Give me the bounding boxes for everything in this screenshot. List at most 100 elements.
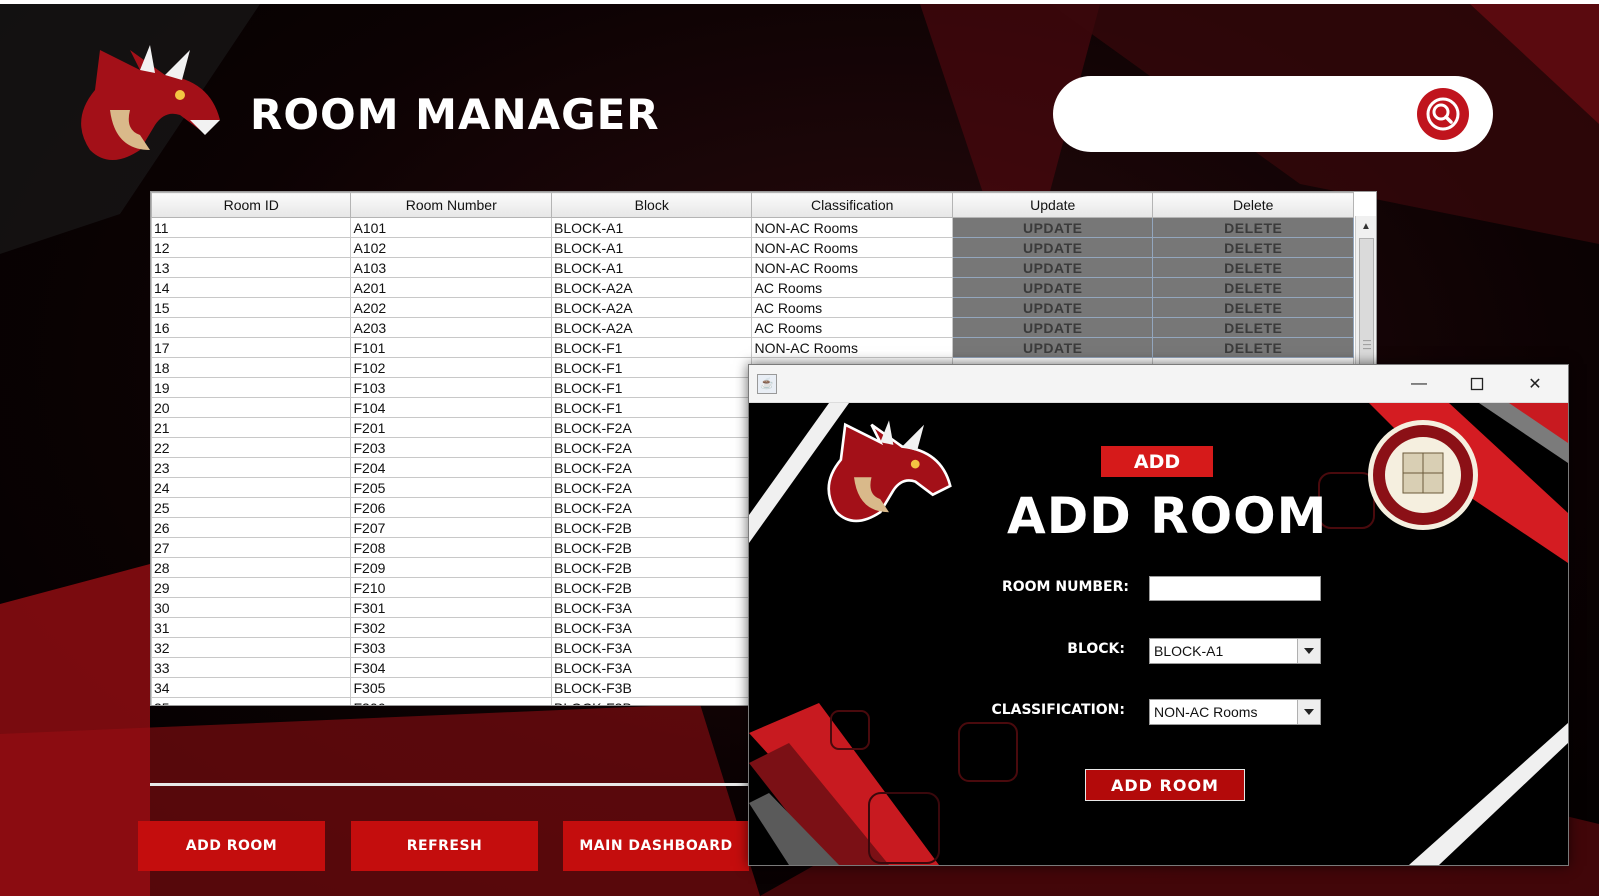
- table-header-row: Room ID Room Number Block Classification…: [151, 192, 1354, 218]
- room-number-field[interactable]: [1149, 576, 1321, 601]
- chevron-down-icon[interactable]: [1297, 639, 1320, 663]
- cell-classification: AC Rooms: [751, 277, 953, 298]
- delete-button[interactable]: DELETE: [1152, 317, 1354, 338]
- cell-block: BLOCK-A2A: [550, 317, 753, 338]
- cell-room-id: 29: [151, 577, 352, 598]
- refresh-button[interactable]: REFRESH: [351, 821, 538, 871]
- table-row[interactable]: 14 A201 BLOCK-A2A AC Rooms UPDATE DELETE: [151, 277, 1354, 298]
- update-button[interactable]: UPDATE: [951, 257, 1154, 278]
- add-room-dialog: ☕ — ✕ ADD ADD ROOM ROOM NUMBER: BLOCK: B…: [748, 364, 1569, 866]
- cell-room-number: A101: [350, 217, 552, 238]
- cell-room-number: F204: [350, 457, 552, 478]
- update-button[interactable]: UPDATE: [951, 277, 1154, 298]
- cell-room-id: 14: [151, 277, 352, 298]
- cell-room-id: 22: [151, 437, 352, 458]
- main-dashboard-button[interactable]: MAIN DASHBOARD: [563, 821, 749, 871]
- room-manager-window: ROOM MANAGER Room ID Room Number Block C…: [0, 4, 1599, 896]
- update-button[interactable]: UPDATE: [951, 237, 1154, 258]
- update-button[interactable]: UPDATE: [951, 217, 1154, 238]
- add-tag-badge: ADD: [1101, 446, 1213, 477]
- update-button[interactable]: UPDATE: [951, 337, 1154, 358]
- cell-block: BLOCK-F1: [550, 357, 753, 378]
- cell-block: BLOCK-F3A: [550, 617, 753, 638]
- table-row[interactable]: 11 A101 BLOCK-A1 NON-AC Rooms UPDATE DELETE: [151, 217, 1354, 238]
- classification-select[interactable]: NON-AC Rooms: [1149, 699, 1321, 725]
- cell-room-id: 31: [151, 617, 352, 638]
- cell-room-id: 13: [151, 257, 352, 278]
- classification-select-value: NON-AC Rooms: [1154, 704, 1258, 720]
- dragon-logo-icon: [81, 45, 220, 160]
- column-header-block[interactable]: Block: [550, 192, 753, 218]
- cell-classification: AC Rooms: [751, 297, 953, 318]
- cell-classification: NON-AC Rooms: [751, 217, 953, 238]
- cell-block: BLOCK-F1: [550, 377, 753, 398]
- cell-classification: AC Rooms: [751, 317, 953, 338]
- table-row[interactable]: 13 A103 BLOCK-A1 NON-AC Rooms UPDATE DELETE: [151, 257, 1354, 278]
- cell-block: BLOCK-A1: [550, 257, 753, 278]
- cell-block: BLOCK-F2A: [550, 497, 753, 518]
- delete-button[interactable]: DELETE: [1152, 337, 1354, 358]
- update-button[interactable]: UPDATE: [951, 297, 1154, 318]
- cell-room-id: 25: [151, 497, 352, 518]
- search-button[interactable]: [1417, 88, 1469, 140]
- cell-room-id: 12: [151, 237, 352, 258]
- column-header-delete[interactable]: Delete: [1152, 192, 1354, 218]
- cell-room-number: F101: [350, 337, 552, 358]
- chevron-down-icon[interactable]: [1297, 700, 1320, 724]
- cell-room-number: F209: [350, 557, 552, 578]
- table-row[interactable]: 15 A202 BLOCK-A2A AC Rooms UPDATE DELETE: [151, 297, 1354, 318]
- dialog-titlebar[interactable]: ☕ — ✕: [749, 365, 1568, 403]
- cell-room-id: 15: [151, 297, 352, 318]
- update-button[interactable]: UPDATE: [951, 317, 1154, 338]
- maximize-icon[interactable]: [1462, 371, 1492, 397]
- column-header-room-id[interactable]: Room ID: [151, 192, 352, 218]
- cell-classification: NON-AC Rooms: [751, 237, 953, 258]
- delete-button[interactable]: DELETE: [1152, 297, 1354, 318]
- java-app-icon: ☕: [757, 374, 777, 394]
- cell-classification: NON-AC Rooms: [751, 337, 953, 358]
- cell-block: BLOCK-A2A: [550, 277, 753, 298]
- cell-block: BLOCK-F2A: [550, 437, 753, 458]
- cell-room-id: 24: [151, 477, 352, 498]
- cell-room-number: A202: [350, 297, 552, 318]
- scroll-up-icon[interactable]: ▲: [1361, 221, 1371, 232]
- cell-block: BLOCK-F3B: [550, 677, 753, 698]
- delete-button[interactable]: DELETE: [1152, 217, 1354, 238]
- cell-block: BLOCK-A1: [550, 237, 753, 258]
- cell-room-number: A102: [350, 237, 552, 258]
- block-select[interactable]: BLOCK-A1: [1149, 638, 1321, 664]
- table-row[interactable]: 17 F101 BLOCK-F1 NON-AC Rooms UPDATE DELETE: [151, 337, 1354, 358]
- block-select-value: BLOCK-A1: [1154, 643, 1224, 659]
- cell-room-id: 34: [151, 677, 352, 698]
- cell-room-number: A203: [350, 317, 552, 338]
- cell-room-id: 33: [151, 657, 352, 678]
- cell-room-id: 19: [151, 377, 352, 398]
- cell-block: BLOCK-F2B: [550, 557, 753, 578]
- close-icon[interactable]: ✕: [1520, 371, 1550, 397]
- minimize-icon[interactable]: —: [1404, 371, 1434, 397]
- delete-button[interactable]: DELETE: [1152, 257, 1354, 278]
- delete-button[interactable]: DELETE: [1152, 277, 1354, 298]
- cell-room-number: F104: [350, 397, 552, 418]
- column-header-classification[interactable]: Classification: [751, 192, 953, 218]
- column-header-update[interactable]: Update: [951, 192, 1154, 218]
- cell-block: BLOCK-F2A: [550, 457, 753, 478]
- cell-block: BLOCK-F2A: [550, 417, 753, 438]
- college-seal-icon: [1368, 420, 1478, 530]
- table-row[interactable]: 12 A102 BLOCK-A1 NON-AC Rooms UPDATE DELETE: [151, 237, 1354, 258]
- cell-room-id: 18: [151, 357, 352, 378]
- cell-room-id: 26: [151, 517, 352, 538]
- add-room-button[interactable]: ADD ROOM: [138, 821, 325, 871]
- column-header-room-number[interactable]: Room Number: [350, 192, 552, 218]
- table-row[interactable]: 16 A203 BLOCK-A2A AC Rooms UPDATE DELETE: [151, 317, 1354, 338]
- delete-button[interactable]: DELETE: [1152, 237, 1354, 258]
- cell-room-number: A201: [350, 277, 552, 298]
- cell-room-number: A103: [350, 257, 552, 278]
- scrollbar-grip-icon: — — —: [1363, 336, 1371, 353]
- search-input[interactable]: [1075, 90, 1409, 140]
- dialog-content: ADD ADD ROOM ROOM NUMBER: BLOCK: BLOCK-A…: [749, 403, 1568, 865]
- cell-block: BLOCK-F3A: [550, 637, 753, 658]
- classification-label: CLASSIFICATION:: [991, 702, 1125, 718]
- submit-add-room-button[interactable]: ADD ROOM: [1085, 769, 1245, 801]
- cell-classification: NON-AC Rooms: [751, 257, 953, 278]
